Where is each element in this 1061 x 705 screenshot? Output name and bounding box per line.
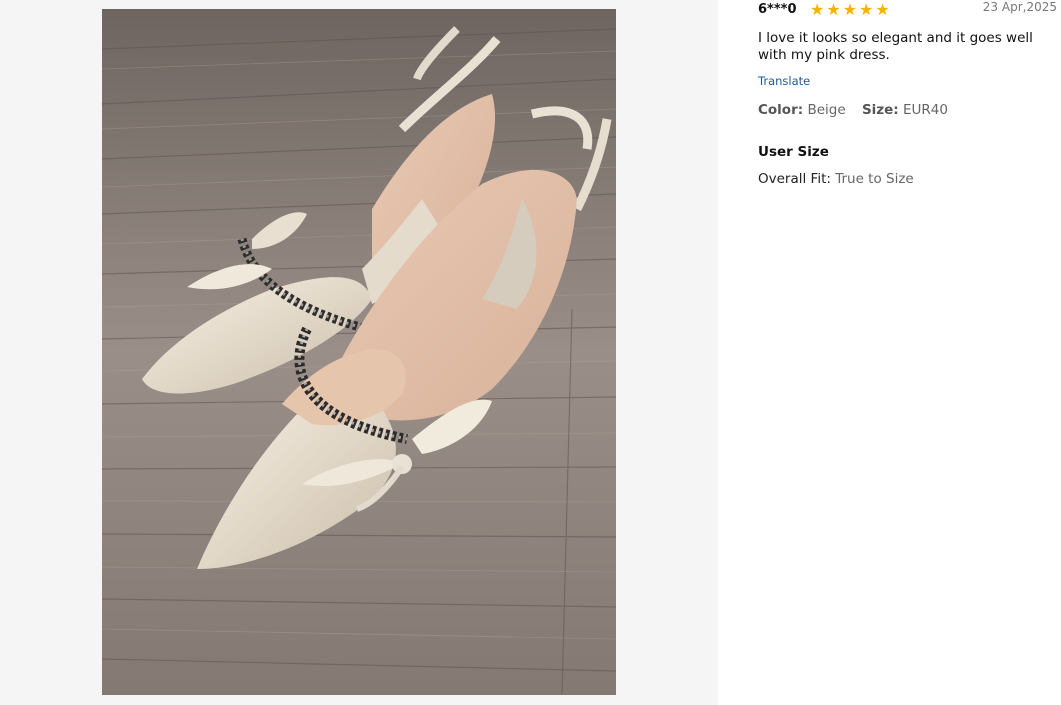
reviewer-name: 6***0 <box>758 2 797 17</box>
review-page: 6***0 ★★★★★ 23 Apr,2025 I love it looks … <box>0 0 1061 705</box>
purchase-attributes: Color: Beige Size: EUR40 <box>758 102 948 118</box>
fit-label: Overall Fit: <box>758 171 831 187</box>
review-photo-panel <box>0 0 718 705</box>
overall-fit: Overall Fit: True to Size <box>758 171 914 187</box>
fit-value: True to Size <box>835 171 914 187</box>
review-details: 6***0 ★★★★★ 23 Apr,2025 I love it looks … <box>758 0 1061 705</box>
review-header: 6***0 ★★★★★ 23 Apr,2025 <box>758 0 1061 20</box>
shoes-photo-image <box>102 9 616 695</box>
star-rating-icon: ★★★★★ <box>810 0 892 19</box>
review-photo[interactable] <box>102 9 616 695</box>
size-value: EUR40 <box>903 102 948 118</box>
translate-link[interactable]: Translate <box>758 74 810 88</box>
review-text: I love it looks so elegant and it goes w… <box>758 30 1033 63</box>
user-size-title: User Size <box>758 144 829 160</box>
review-date: 23 Apr,2025 <box>982 0 1057 14</box>
color-label: Color: <box>758 102 804 118</box>
size-label: Size: <box>861 102 899 118</box>
color-value: Beige <box>807 102 846 118</box>
